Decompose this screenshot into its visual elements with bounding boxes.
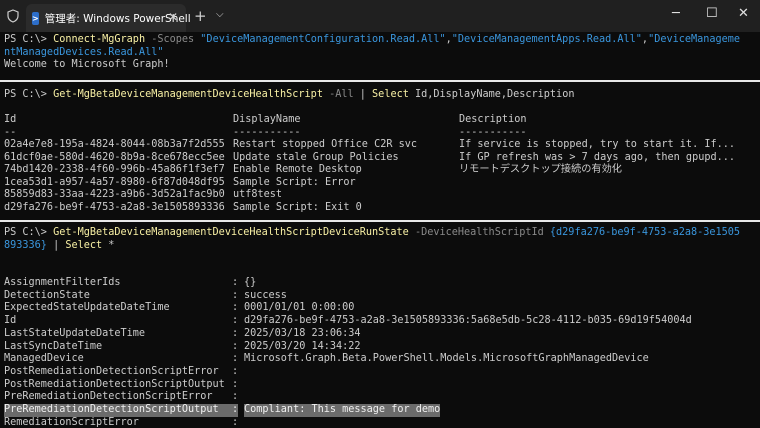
property-colon: :: [232, 365, 239, 377]
table-cell-description: If service is stopped, try to start it. …: [459, 139, 736, 150]
chevron-down-icon[interactable]: ⌵: [216, 9, 224, 20]
output-line: Welcome to Microsoft Graph!: [4, 59, 170, 70]
column-header-displayname: DisplayName: [233, 114, 301, 125]
table-cell-id: 02a4e7e8-195a-4824-8044-08b3a7f2d555: [4, 139, 225, 150]
table-cell-displayname: Enable Remote Desktop: [233, 164, 362, 175]
property-name: DetectionState: [4, 289, 90, 301]
table-cell-displayname: Sample Script: Exit 0: [233, 201, 362, 213]
header-underline: -----------: [459, 126, 527, 138]
prompt: PS C:\>: [4, 34, 54, 45]
scope-string: "DeviceManagementApps.Read.All": [451, 34, 642, 45]
select-star: *: [102, 239, 115, 251]
table-cell-displayname: Sample Script: Error: [233, 176, 356, 188]
property-colon: :: [232, 378, 239, 390]
table-cell-description: リモートデスクトップ接続の有効化: [459, 164, 622, 175]
property-colon: :: [232, 327, 239, 339]
column-header-id: Id: [4, 114, 17, 125]
close-window-button[interactable]: ✕: [738, 6, 749, 21]
table-header: Id: [4, 114, 16, 127]
column-header-description: Description: [459, 114, 527, 125]
tab-powershell[interactable]: > 管理者: Windows PowerShell ✕: [26, 4, 191, 32]
cmdlet: Get-MgBetaDeviceManagementDeviceHealthSc…: [53, 227, 409, 238]
minimize-button[interactable]: ─: [672, 6, 680, 21]
property-name: RemediationScriptError: [4, 416, 139, 428]
select-fields: Id,DisplayName,Description: [408, 89, 575, 100]
command-line-wrap: ntManagedDevices.Read.All": [4, 47, 163, 60]
property-name: ManagedDevice: [4, 353, 84, 365]
close-icon[interactable]: ✕: [168, 10, 178, 24]
script-id: {d29fa276-be9f-4753-a2a8-3e1505: [549, 227, 741, 238]
property-name: PostRemediationDetectionScriptOutput: [4, 378, 225, 390]
scope-string: "DeviceManagementConfiguration.Read.All": [200, 34, 446, 45]
select-cmdlet: Select: [372, 89, 409, 100]
header-underline: --: [4, 126, 17, 138]
property-value: Microsoft.Graph.Beta.PowerShell.Models.M…: [244, 353, 649, 365]
property-colon: :: [232, 340, 239, 352]
property-colon: :: [232, 277, 239, 288]
property-name: PreRemediationDetectionScriptError: [4, 391, 213, 403]
property-value: 2025/03/20 14:34:22: [244, 340, 361, 352]
property-colon: :: [232, 391, 239, 403]
parameter: -All: [322, 89, 360, 100]
scope-string: "DeviceManageme: [648, 34, 741, 45]
command-line: PS C:\> Connect-MgGraph -Scopes "DeviceM…: [4, 34, 740, 47]
table-cell-id: 1cea53d1-a957-4a57-8980-6f87d048df95: [4, 176, 225, 188]
prompt: PS C:\>: [4, 89, 54, 100]
script-id: 893336}: [4, 239, 47, 251]
property-colon: :: [232, 416, 239, 428]
property-colon: :: [232, 302, 239, 314]
property-value: 0001/01/01 0:00:00: [244, 302, 355, 314]
terminal-pane-3[interactable]: PS C:\> Get-MgBetaDeviceManagementDevice…: [0, 222, 760, 428]
powershell-icon: >: [32, 11, 39, 25]
parameter: -Scopes: [145, 34, 201, 45]
maximize-button[interactable]: ☐: [706, 6, 718, 21]
header-underline: -----------: [233, 126, 301, 138]
prompt: PS C:\>: [4, 227, 54, 238]
command-line-wrap: 893336} | Select *: [4, 240, 114, 253]
table-cell-displayname: Update stale Group Policies: [233, 151, 399, 163]
command-line: PS C:\> Get-MgBetaDeviceManagementDevice…: [4, 227, 740, 240]
table-cell-displayname: utf8test: [233, 189, 283, 200]
scope-string: ntManagedDevices.Read.All": [4, 46, 164, 58]
property-name: PreRemediationDetectionScriptOutput: [4, 404, 234, 417]
shield-icon: [7, 9, 19, 23]
terminal-pane-1[interactable]: PS C:\> Connect-MgGraph -Scopes "DeviceM…: [0, 32, 760, 80]
title-bar: > 管理者: Windows PowerShell ✕ + ⌵ ─ ☐ ✕: [0, 0, 760, 32]
property-value: {}: [244, 277, 257, 288]
table-cell-id: 85859d83-33aa-4223-a9b6-3d52a1fac9b0: [4, 189, 225, 200]
property-name: LastStateUpdateDateTime: [4, 327, 146, 339]
property-name: PostRemediationDetectionScriptError: [4, 365, 219, 377]
table-cell-description: If GP refresh was > 7 days ago, then gpu…: [459, 151, 736, 163]
table-cell-id: d29fa276-be9f-4753-a2a8-3e1505893336: [4, 201, 225, 213]
property-name: Id: [4, 315, 17, 327]
new-tab-button[interactable]: +: [194, 7, 207, 25]
property-value: success: [244, 289, 287, 301]
property-colon: :: [232, 353, 239, 365]
property-name: AssignmentFilterIds: [4, 277, 121, 288]
terminal-pane-2[interactable]: PS C:\> Get-MgBetaDeviceManagementDevice…: [0, 82, 760, 220]
property-name: ExpectedStateUpdateDateTime: [4, 302, 170, 314]
table-cell-id: 61dcf0ae-580d-4620-8b9a-8ce678ecc5ee: [4, 151, 225, 163]
table-cell-displayname: Restart stopped Office C2R svc: [233, 139, 418, 150]
pipe: |: [46, 239, 66, 251]
property-value: Compliant: This message for demo: [244, 404, 441, 417]
property-value: d29fa276-be9f-4753-a2a8-3e1505893336:5a6…: [244, 315, 692, 327]
parameter: -DeviceHealthScriptId: [408, 227, 550, 238]
select-cmdlet: Select: [65, 239, 103, 251]
property-colon: :: [232, 404, 239, 417]
cmdlet: Connect-MgGraph: [53, 34, 146, 45]
property-colon: :: [232, 289, 239, 301]
command-line: PS C:\> Get-MgBetaDeviceManagementDevice…: [4, 89, 574, 102]
pipe: |: [359, 89, 373, 100]
property-colon: :: [232, 315, 239, 327]
table-cell-id: 74bd1420-2338-4f60-996b-45a86f1f3ef7: [4, 164, 225, 175]
property-name: LastSyncDateTime: [4, 340, 103, 352]
cmdlet: Get-MgBetaDeviceManagementDeviceHealthSc…: [53, 89, 323, 100]
property-value: 2025/03/18 23:06:34: [244, 327, 361, 339]
